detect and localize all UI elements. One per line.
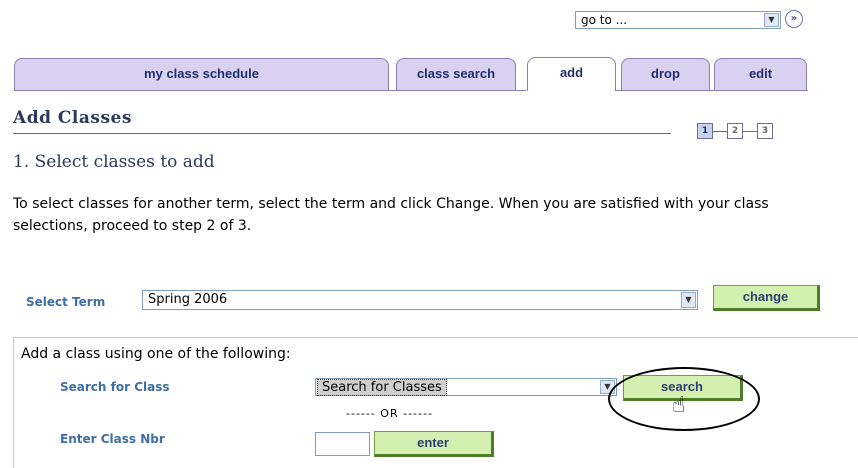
tab-edit[interactable]: edit: [714, 58, 807, 90]
search-for-class-label: Search for Class: [60, 380, 170, 394]
search-type-select[interactable]: Search for Classes ▼: [315, 378, 617, 396]
enter-button[interactable]: enter: [374, 431, 494, 457]
double-chevron-right-icon[interactable]: »: [785, 10, 803, 28]
dropdown-arrow-icon[interactable]: ▼: [764, 13, 779, 27]
title-divider: [13, 133, 671, 134]
instructions: To select classes for another term, sele…: [13, 196, 769, 234]
term-select[interactable]: Spring 2006 ▼: [142, 290, 698, 310]
select-term-label: Select Term: [26, 295, 106, 309]
term-select-value: Spring 2006: [148, 292, 228, 307]
goto-select[interactable]: go to ... ▼: [575, 11, 781, 29]
hand-cursor-icon: ☝: [672, 393, 686, 418]
tab-add[interactable]: add: [527, 57, 616, 91]
change-button[interactable]: change: [713, 285, 820, 311]
step-1: 1: [697, 123, 713, 139]
tab-baseline: [14, 90, 526, 91]
step-2: 2: [727, 123, 743, 139]
tab-my-class-schedule[interactable]: my class schedule: [14, 58, 389, 90]
search-type-value: Search for Classes: [317, 379, 447, 396]
step-3: 3: [757, 123, 773, 139]
goto-select-value: go to ...: [581, 13, 628, 27]
page-title: Add Classes: [13, 108, 132, 128]
dropdown-arrow-icon[interactable]: ▼: [681, 292, 696, 308]
step-connector: [713, 131, 727, 132]
or-separator: ------ OR ------: [346, 407, 433, 420]
tab-class-search[interactable]: class search: [396, 58, 516, 90]
class-number-input[interactable]: [315, 432, 370, 456]
section-title: 1. Select classes to add: [13, 152, 215, 172]
enter-class-nbr-label: Enter Class Nbr: [60, 432, 165, 446]
step-connector: [743, 131, 757, 132]
tab-baseline-right: [616, 90, 808, 91]
tab-drop[interactable]: drop: [621, 58, 710, 90]
add-class-title: Add a class using one of the following:: [21, 346, 291, 362]
